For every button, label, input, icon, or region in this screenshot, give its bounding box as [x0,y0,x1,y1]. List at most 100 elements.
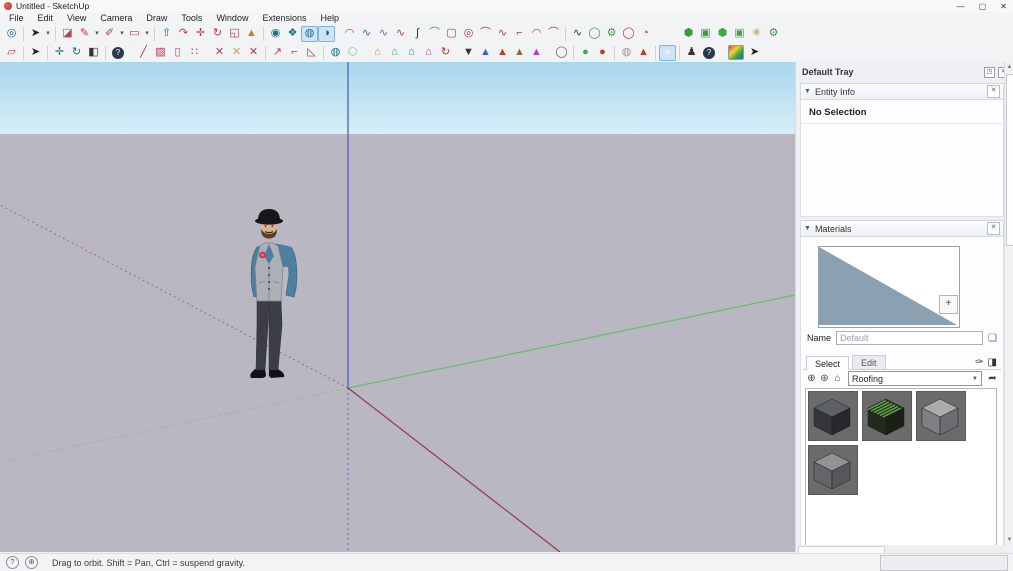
drop-f-icon[interactable]: ▲ [528,45,545,61]
details-arrow-icon[interactable]: ➦ [986,373,999,384]
arc-icon[interactable]: ✐ [101,26,118,42]
scroll-up-icon[interactable]: ▲ [1005,62,1013,72]
scale-figure[interactable] [243,205,305,388]
lasso-select-icon[interactable]: ▱ [3,45,20,61]
arch-icon[interactable]: ⌒ [545,26,562,42]
add-sphere-icon[interactable]: ● [577,45,594,61]
viewport[interactable] [0,62,795,552]
vector-icon[interactable]: ↗ [269,45,286,61]
materials-close-icon[interactable]: ✕ [987,222,1000,235]
pencil-icon[interactable]: ✎ [76,26,93,42]
house-purple-icon[interactable]: ⌂ [420,45,437,61]
spiral-icon[interactable]: ◎ [460,26,477,42]
pan-icon[interactable]: ❖ [284,26,301,42]
line-tool-icon[interactable]: ╱ [135,45,152,61]
glass-cube-icon[interactable]: ⬡ [344,45,361,61]
bezier-curve-icon[interactable]: ∿ [358,26,375,42]
scrollbar-thumb[interactable] [1006,74,1013,246]
solid-subtract-icon[interactable]: ▣ [697,26,714,42]
menu-view[interactable]: View [60,13,93,23]
measurements-input[interactable] [880,555,1008,571]
menu-tools[interactable]: Tools [174,13,209,23]
intersect3-icon[interactable]: ✕ [245,45,262,61]
back-icon[interactable]: ⊕ [805,373,818,384]
ellipse-icon[interactable]: ◯ [620,26,637,42]
help-circle-icon[interactable]: ? [112,47,124,59]
orbit-icon[interactable]: ◍ [301,26,318,42]
pencil-dropdown-icon[interactable]: ▾ [93,26,101,42]
collection-dropdown[interactable]: Roofing ▼ [848,371,982,386]
wave-icon[interactable]: ∿ [494,26,511,42]
tab-edit[interactable]: Edit [852,355,886,369]
material-thumbnail[interactable] [862,391,912,441]
rotate-icon[interactable]: ↻ [209,26,226,42]
select-icon[interactable]: ➤ [27,26,44,42]
drop-j-icon[interactable]: ▲ [477,45,494,61]
material-thumbnail[interactable] [808,445,858,495]
menu-extensions[interactable]: Extensions [255,13,313,23]
wrench-icon[interactable]: ⚙ [603,26,620,42]
create-material-button[interactable]: + [939,295,958,314]
drop-n-icon[interactable]: ▲ [511,45,528,61]
materials-palette-icon[interactable] [728,45,744,60]
in-model-home-icon[interactable]: ⌂ [831,373,844,384]
axes-icon[interactable]: ▲ [243,26,260,42]
cursor-icon[interactable]: ➤ [746,45,763,61]
arc-segment-icon[interactable]: ⌒ [426,26,443,42]
materials-header[interactable]: ▼ Materials ✕ [800,220,1004,237]
circle-tool-icon[interactable]: ◯ [586,26,603,42]
solid-union-icon[interactable]: ⬢ [680,26,697,42]
rotate2-icon[interactable]: ↻ [68,45,85,61]
house-green-icon[interactable]: ⌂ [386,45,403,61]
menu-file[interactable]: File [2,13,31,23]
soften-icon[interactable]: ◍ [618,45,635,61]
grid-tool-icon[interactable]: ▨ [152,45,169,61]
zoom-icon[interactable]: ◎ [3,26,20,42]
select-dropdown-icon[interactable]: ▾ [44,26,52,42]
select2-icon[interactable]: ➤ [27,45,44,61]
orbit-active-icon[interactable]: ● [659,45,676,61]
arc-dropdown-icon[interactable]: ▾ [118,26,126,42]
cleanup-broom-icon[interactable]: ✳ [748,26,765,42]
entity-info-close-icon[interactable]: ✕ [987,85,1000,98]
curve-tool-icon[interactable]: ◠ [341,26,358,42]
sample-paint-icon[interactable]: ✑ [975,357,983,368]
menu-camera[interactable]: Camera [93,13,139,23]
rounded-rect-icon[interactable]: ▢ [443,26,460,42]
flip-icon[interactable]: ◧ [85,45,102,61]
polyline-icon[interactable]: ∿ [569,26,586,42]
drop-r-icon[interactable]: ▲ [494,45,511,61]
solid-intersect-icon[interactable]: ⬢ [714,26,731,42]
paint-bucket-icon[interactable]: ◨ [988,357,997,368]
house-rotate-icon[interactable]: ↻ [437,45,454,61]
scroll-down-icon[interactable]: ▼ [1005,535,1013,545]
help-icon[interactable]: ? [6,556,19,569]
person-tool-icon[interactable]: ♟ [683,45,700,61]
corner-icon[interactable]: ⌐ [511,26,528,42]
shield-icon[interactable]: ◍ [327,45,344,61]
arc2-icon[interactable]: ⌒ [477,26,494,42]
walk-icon[interactable]: ◑ [318,26,335,42]
collection-icon[interactable]: ⊛ [818,373,831,384]
triangle-tool-icon[interactable]: ◺ [303,45,320,61]
drop-down-tool-icon[interactable]: ▼ [460,45,477,61]
material-name-input[interactable] [836,331,983,345]
tray-pin-icon[interactable]: ◳ [984,67,995,78]
close-button[interactable]: ✕ [1000,2,1007,11]
material-thumbnail[interactable] [916,391,966,441]
intersect2-icon[interactable]: ✕ [228,45,245,61]
shape-dropdown-icon[interactable]: ▾ [143,26,151,42]
tray-scrollbar[interactable]: ▲ ▼ [1004,62,1013,545]
rectangle-icon[interactable]: ▭ [126,26,143,42]
angle-icon[interactable]: ⌐ [286,45,303,61]
up-arrow-icon[interactable]: ▲ [635,45,652,61]
menu-draw[interactable]: Draw [139,13,174,23]
tab-select[interactable]: Select [806,356,849,370]
curve-edit-icon[interactable]: ∫ [409,26,426,42]
move-icon[interactable]: ✛ [192,26,209,42]
push-pull-icon[interactable]: ⇧ [158,26,175,42]
maximize-button[interactable]: ▢ [979,2,987,11]
array-tool-icon[interactable]: ∷ [186,45,203,61]
menu-edit[interactable]: Edit [31,13,61,23]
follow-me-icon[interactable]: ↷ [175,26,192,42]
